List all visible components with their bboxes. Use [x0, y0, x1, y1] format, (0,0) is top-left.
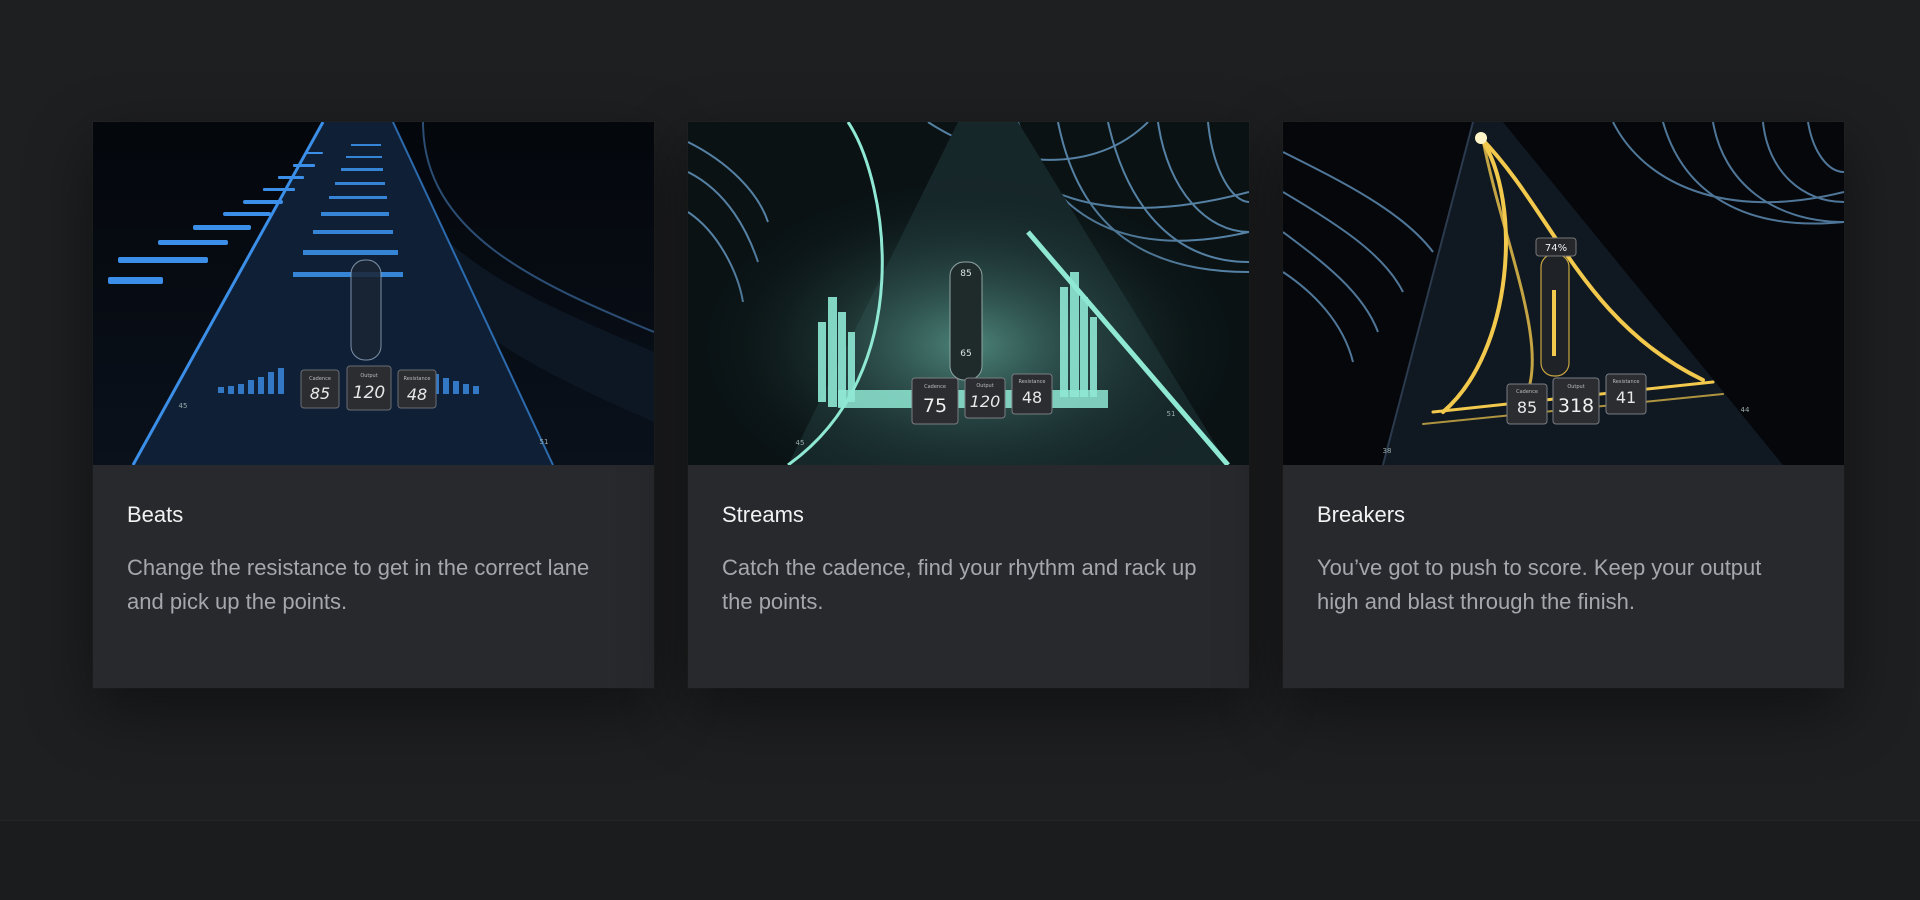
- beats-marker-left: 45: [179, 402, 188, 410]
- card-breakers-body: Breakers You’ve got to push to score. Ke…: [1283, 465, 1844, 619]
- beats-output-label: Output: [360, 373, 377, 379]
- card-title: Breakers: [1317, 502, 1406, 527]
- breakers-marker-left: 38: [1383, 447, 1392, 455]
- card-description: You’ve got to push to score. Keep your o…: [1317, 555, 1762, 614]
- card-title: Streams: [722, 502, 804, 527]
- footer-band: [0, 820, 1920, 900]
- beats-output-value: 120: [353, 383, 385, 403]
- breakers-resistance-value: 41: [1616, 388, 1636, 407]
- streams-resistance-label: Resistance: [1019, 379, 1046, 385]
- streams-marker-right: 51: [1167, 410, 1176, 418]
- breakers-output-label: Output: [1567, 384, 1584, 390]
- page: Cadence 85 Output 120 Resistance 48 45 5…: [0, 0, 1920, 900]
- streams-cadence-value: 75: [923, 395, 947, 417]
- beats-cadence-value: 85: [310, 384, 330, 403]
- breakers-resistance-label: Resistance: [1613, 379, 1640, 385]
- streams-gauge-bottom: 65: [960, 349, 971, 359]
- game-mode-cards: Cadence 85 Output 120 Resistance 48 45 5…: [93, 122, 1844, 688]
- card-description: Change the resistance to get in the corr…: [127, 555, 590, 614]
- streams-screenshot: 85 65 Cadence 75 Output 120 Resistance 4…: [688, 122, 1249, 465]
- breakers-marker-right: 44: [1741, 406, 1750, 414]
- breakers-cadence-label: Cadence: [1516, 389, 1538, 395]
- beats-resistance-value: 48: [407, 385, 427, 404]
- streams-output-value: 120: [970, 392, 1001, 411]
- card-title: Beats: [127, 502, 184, 527]
- card-beats-body: Beats Change the resistance to get in th…: [93, 465, 654, 619]
- breakers-output-value: 318: [1558, 395, 1594, 417]
- beats-marker-right: 51: [540, 438, 549, 446]
- streams-marker-left: 45: [796, 439, 805, 447]
- beats-cadence-label: Cadence: [309, 376, 331, 382]
- card-streams-body: Streams Catch the cadence, find your rhy…: [688, 465, 1249, 619]
- card-description: Catch the cadence, find your rhythm and …: [722, 555, 1197, 614]
- breakers-percent: 74%: [1545, 243, 1567, 254]
- card-streams[interactable]: 85 65 Cadence 75 Output 120 Resistance 4…: [688, 122, 1249, 688]
- beats-resistance-label: Resistance: [404, 376, 431, 382]
- streams-cadence-label: Cadence: [924, 384, 946, 390]
- beats-screenshot: Cadence 85 Output 120 Resistance 48 45 5…: [93, 122, 654, 465]
- card-beats[interactable]: Cadence 85 Output 120 Resistance 48 45 5…: [93, 122, 654, 688]
- breakers-cadence-value: 85: [1517, 398, 1537, 417]
- streams-gauge-top: 85: [960, 269, 971, 279]
- streams-output-label: Output: [976, 383, 993, 389]
- streams-resistance-value: 48: [1022, 388, 1042, 407]
- breakers-screenshot: 74% Cadence 85 Output 318 Resistance 41 …: [1283, 122, 1844, 465]
- card-breakers[interactable]: 74% Cadence 85 Output 318 Resistance 41 …: [1283, 122, 1844, 688]
